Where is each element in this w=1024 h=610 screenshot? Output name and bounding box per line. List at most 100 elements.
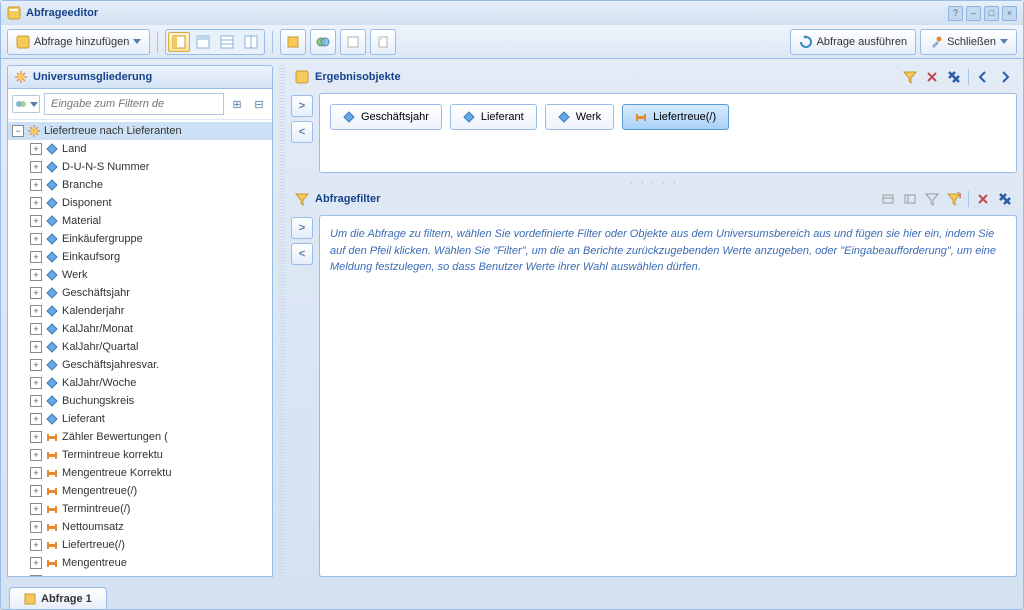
- expander-icon[interactable]: +: [30, 215, 42, 227]
- expander-icon[interactable]: +: [30, 557, 42, 569]
- expander-icon[interactable]: +: [30, 359, 42, 371]
- perspective-dropdown[interactable]: [12, 95, 40, 113]
- expander-icon[interactable]: +: [30, 449, 42, 461]
- universe-tree[interactable]: −Liefertreue nach Lieferanten+Land+D-U-N…: [8, 120, 272, 577]
- tree-item[interactable]: +Geschäftsjahresvar.: [8, 356, 272, 374]
- tree-item[interactable]: +D-U-N-S Nummer: [8, 158, 272, 176]
- nav-prev-icon[interactable]: [975, 69, 991, 85]
- result-chip[interactable]: Lieferant: [450, 104, 537, 130]
- tree-item[interactable]: +Land: [8, 140, 272, 158]
- expander-icon[interactable]: +: [30, 161, 42, 173]
- delete-all-icon[interactable]: [946, 69, 962, 85]
- add-to-results-button[interactable]: >: [291, 95, 313, 117]
- expander-icon[interactable]: +: [30, 251, 42, 263]
- add-query-button[interactable]: Abfrage hinzufügen: [7, 29, 150, 55]
- horizontal-splitter[interactable]: · · · · ·: [291, 177, 1017, 183]
- query-filters-box[interactable]: Um die Abfrage zu filtern, wählen Sie vo…: [319, 215, 1017, 577]
- expand-all-icon[interactable]: ⊞: [228, 95, 246, 113]
- tree-item[interactable]: +KalJahr/Monat: [8, 320, 272, 338]
- close-panel-button[interactable]: Schließen: [920, 29, 1017, 55]
- expander-icon[interactable]: +: [30, 485, 42, 497]
- view-mode-4[interactable]: [240, 32, 262, 52]
- expander-icon[interactable]: +: [30, 539, 42, 551]
- filter-delete-all-icon[interactable]: [997, 191, 1013, 207]
- tree-item[interactable]: +Mengentreue: [8, 554, 272, 572]
- tree-item[interactable]: +Liefertreue(/): [8, 536, 272, 554]
- expander-icon[interactable]: +: [30, 395, 42, 407]
- tree-item[interactable]: +Nettoumsatz: [8, 518, 272, 536]
- expander-icon[interactable]: +: [30, 341, 42, 353]
- expander-icon[interactable]: +: [30, 467, 42, 479]
- filter-tool-funnel[interactable]: [924, 191, 940, 207]
- tree-item[interactable]: +Termintreue(/): [8, 500, 272, 518]
- filter-tool-2[interactable]: [902, 191, 918, 207]
- filter-tool-1[interactable]: [880, 191, 896, 207]
- tree-item-label: KalJahr/Woche: [62, 377, 136, 389]
- close-button[interactable]: ×: [1002, 6, 1017, 21]
- expander-icon[interactable]: +: [30, 305, 42, 317]
- vertical-splitter[interactable]: [279, 65, 285, 577]
- collapse-all-icon[interactable]: ⊟: [250, 95, 268, 113]
- tree-item[interactable]: +Kalenderjahr: [8, 302, 272, 320]
- expander-icon[interactable]: +: [30, 575, 42, 577]
- tree-item[interactable]: +Termintreue: [8, 572, 272, 577]
- tree-item[interactable]: +Mengentreue Korrektu: [8, 464, 272, 482]
- tree-root[interactable]: −Liefertreue nach Lieferanten: [8, 122, 272, 140]
- view-mode-2[interactable]: [192, 32, 214, 52]
- add-to-filters-button[interactable]: >: [291, 217, 313, 239]
- expander-icon[interactable]: +: [30, 431, 42, 443]
- expander-icon[interactable]: +: [30, 143, 42, 155]
- run-query-button[interactable]: Abfrage ausführen: [790, 29, 917, 55]
- tree-item[interactable]: +Buchungskreis: [8, 392, 272, 410]
- expander-icon[interactable]: +: [30, 377, 42, 389]
- result-chip[interactable]: Geschäftsjahr: [330, 104, 442, 130]
- tree-item-label: Einkäufergruppe: [62, 233, 143, 245]
- view-mode-3[interactable]: [216, 32, 238, 52]
- expander-icon[interactable]: +: [30, 233, 42, 245]
- tree-item[interactable]: +Material: [8, 212, 272, 230]
- tree-item[interactable]: +Branche: [8, 176, 272, 194]
- expander-icon[interactable]: +: [30, 287, 42, 299]
- result-chip[interactable]: Werk: [545, 104, 614, 130]
- expander-icon[interactable]: +: [30, 179, 42, 191]
- tree-item[interactable]: +Zähler Bewertungen (: [8, 428, 272, 446]
- expander-icon[interactable]: +: [30, 197, 42, 209]
- tree-item[interactable]: +Einkaufsorg: [8, 248, 272, 266]
- tree-item[interactable]: +Termintreue korrektu: [8, 446, 272, 464]
- minimize-button[interactable]: –: [966, 6, 981, 21]
- query-tab-1[interactable]: Abfrage 1: [9, 587, 107, 609]
- expander-icon[interactable]: +: [30, 269, 42, 281]
- result-objects-box[interactable]: Geschäftsjahr Lieferant Werk Liefertreue(/): [319, 93, 1017, 173]
- filter-tool-prompt[interactable]: ?: [946, 191, 962, 207]
- expander-icon[interactable]: +: [30, 521, 42, 533]
- remove-from-filters-button[interactable]: <: [291, 243, 313, 265]
- delete-icon[interactable]: [924, 69, 940, 85]
- tree-item[interactable]: + KalJahr/Woche: [8, 374, 272, 392]
- expander-icon[interactable]: +: [30, 323, 42, 335]
- result-chip[interactable]: Liefertreue(/): [622, 104, 729, 130]
- tree-item[interactable]: +KalJahr/Quartal: [8, 338, 272, 356]
- filter-quick-icon[interactable]: [902, 69, 918, 85]
- toolbar-action-2[interactable]: [310, 29, 336, 55]
- filter-delete-icon[interactable]: [975, 191, 991, 207]
- tree-item[interactable]: +Mengentreue(/): [8, 482, 272, 500]
- help-button[interactable]: ?: [948, 6, 963, 21]
- tree-item[interactable]: +Lieferant: [8, 410, 272, 428]
- tree-item[interactable]: +Disponent: [8, 194, 272, 212]
- maximize-button[interactable]: □: [984, 6, 999, 21]
- tree-item[interactable]: +Werk: [8, 266, 272, 284]
- view-mode-1[interactable]: [168, 32, 190, 52]
- expander-icon[interactable]: +: [30, 503, 42, 515]
- tree-item[interactable]: +Geschäftsjahr: [8, 284, 272, 302]
- filter-input[interactable]: [44, 93, 224, 115]
- measure-icon: [45, 466, 59, 480]
- toolbar-action-3[interactable]: [340, 29, 366, 55]
- toolbar-action-1[interactable]: [280, 29, 306, 55]
- nav-next-icon[interactable]: [997, 69, 1013, 85]
- remove-from-results-button[interactable]: <: [291, 121, 313, 143]
- expander-icon[interactable]: −: [12, 125, 24, 137]
- expander-icon[interactable]: +: [30, 413, 42, 425]
- tree-item[interactable]: + Einkäufergruppe: [8, 230, 272, 248]
- toolbar-action-4[interactable]: [370, 29, 396, 55]
- close-panel-label: Schließen: [947, 36, 996, 48]
